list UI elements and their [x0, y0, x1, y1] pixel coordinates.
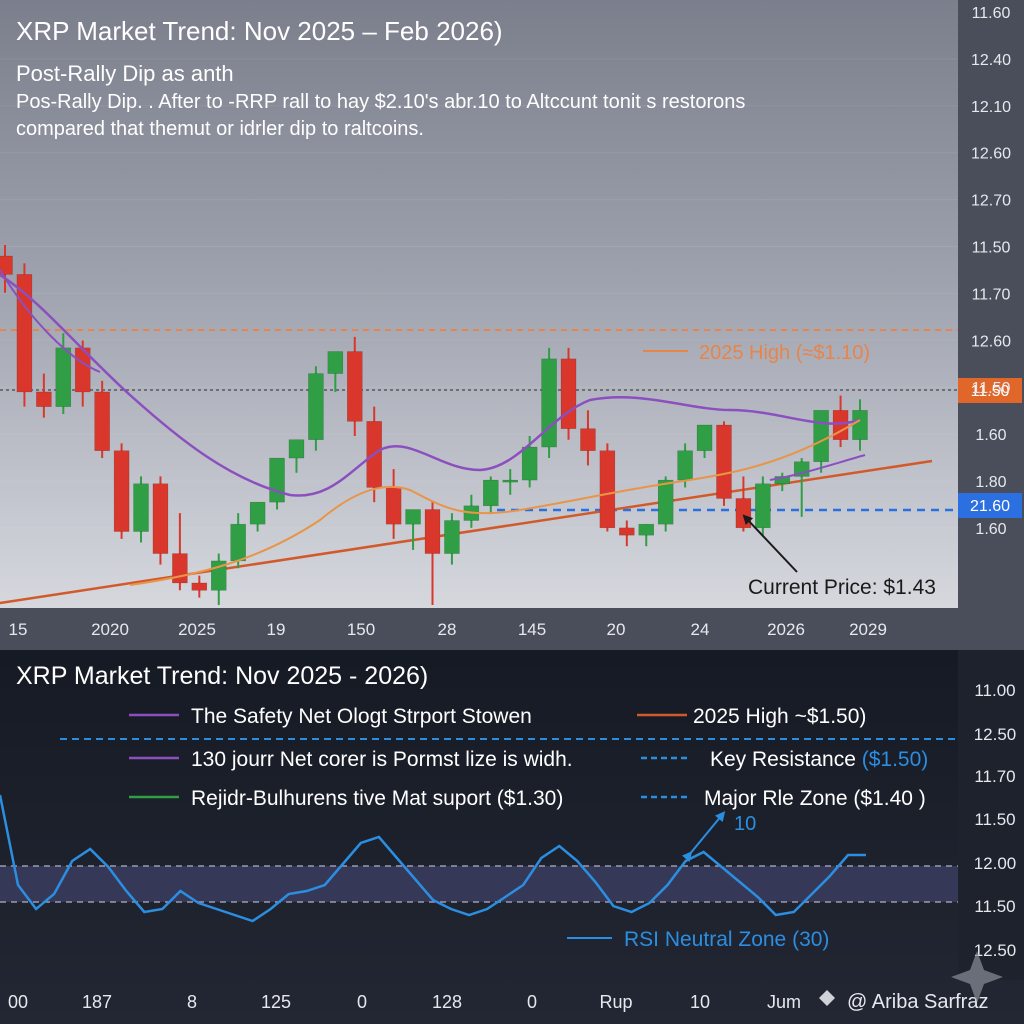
legend-label: 130 jourr Net corer is Pormst lize is wi…	[191, 748, 573, 771]
indicator-time-label: 10	[690, 992, 710, 1012]
indicator-tick-label: 12.50	[974, 941, 1017, 960]
watermark-text: @ Ariba Sarfraz	[847, 991, 988, 1013]
chart-canvas: XRP Market Trend: Nov 2025 – Feb 2026) P…	[0, 0, 1024, 1024]
rsi-arrow-label: 10	[734, 813, 756, 835]
bearish-candle	[424, 509, 441, 554]
legend-label: Key Resistance ($1.50)	[710, 748, 928, 771]
indicator-time-label: 187	[82, 992, 112, 1012]
bullish-candle	[755, 483, 771, 529]
chart-description-line-1: Pos-Rally Dip. . After to -RRP rall to h…	[16, 91, 745, 113]
bullish-candle	[677, 450, 693, 481]
bearish-candle	[560, 358, 577, 429]
price-tick-label: 12.60	[971, 333, 1011, 350]
price-tick-label: 12.60	[971, 146, 1011, 163]
bullish-candle	[308, 373, 324, 440]
bullish-candle	[133, 483, 149, 532]
bearish-candle	[152, 483, 169, 554]
chart-description-line-2: compared that themut or idrler dip to ra…	[16, 118, 424, 140]
bullish-candle	[249, 501, 266, 525]
bearish-candle	[716, 424, 732, 499]
price-tick-label: 11.50	[972, 240, 1011, 257]
legend-label: The Safety Net Ologt Strport Stowen	[191, 705, 532, 728]
bullish-candle	[269, 457, 285, 503]
price-tick-label: 1.60	[975, 521, 1006, 538]
time-tick-label: 20	[607, 620, 626, 639]
bearish-candle	[832, 410, 849, 440]
chart-title: XRP Market Trend: Nov 2025 – Feb 2026)	[16, 16, 503, 46]
time-tick-label: 19	[267, 620, 286, 639]
indicator-time-label: Rup	[599, 992, 632, 1012]
bearish-candle	[36, 391, 52, 407]
bearish-candle	[113, 450, 130, 532]
indicator-time-label: Jum	[767, 992, 801, 1012]
bullish-candle	[813, 410, 829, 462]
legend-label: Major Rle Zone ($1.40 )	[704, 787, 926, 810]
indicator-tick-label: 11.50	[974, 810, 1015, 829]
time-tick-label: 2020	[91, 620, 129, 639]
chart-subtitle: Post-Rally Dip as anth	[16, 61, 234, 86]
time-tick-label: 24	[691, 620, 710, 639]
indicator-time-label: 128	[432, 992, 462, 1012]
rsi-zone-label: RSI Neutral Zone (30)	[624, 928, 829, 951]
price-tick-label: 11.70	[972, 286, 1011, 303]
bullish-candle	[483, 479, 499, 507]
price-tick-label: 11.60	[972, 5, 1011, 22]
bullish-candle	[55, 347, 72, 407]
rsi-neutral-zone	[0, 866, 958, 902]
bullish-candle	[521, 446, 538, 481]
time-tick-label: 28	[438, 620, 457, 639]
bearish-candle	[347, 351, 363, 422]
time-tick-label: 2025	[178, 620, 216, 639]
indicator-time-label: 0	[527, 992, 537, 1012]
resistance-label: 2025 High (≈$1.10)	[699, 342, 870, 364]
bullish-candle	[444, 520, 460, 554]
indicator-time-label: 8	[187, 992, 197, 1012]
legend: The Safety Net Ologt Strport Stowen 2025 …	[129, 705, 928, 810]
bearish-candle	[619, 527, 635, 536]
bearish-candle	[172, 553, 188, 584]
indicator-tick-label: 12.00	[974, 854, 1017, 873]
indicator-tick-label: 11.00	[974, 681, 1015, 700]
bullish-candle	[327, 351, 344, 374]
bearish-candle	[735, 498, 752, 529]
indicator-title: XRP Market Trend: Nov 2025 - 2026)	[16, 662, 428, 690]
bullish-candle	[657, 479, 674, 525]
bearish-candle	[94, 391, 110, 451]
bullish-candle	[288, 439, 305, 459]
time-tick-label: 15	[9, 620, 28, 639]
time-tick-label: 145	[518, 620, 546, 639]
price-tick-label: 12.40	[971, 52, 1011, 69]
price-tick-label: 12.70	[971, 193, 1011, 210]
indicator-time-label: 00	[8, 992, 28, 1012]
bearish-candle	[580, 428, 596, 451]
indicator-tick-label: 11.70	[974, 767, 1015, 786]
bullish-candle	[541, 358, 557, 448]
bearish-candle	[599, 450, 616, 529]
bullish-candle	[852, 410, 868, 440]
time-tick-label: 150	[347, 620, 375, 639]
price-tick-label: 11.50	[972, 380, 1011, 397]
bullish-candle	[502, 479, 518, 483]
price-tick-label: 1.80	[975, 474, 1006, 491]
indicator-tick-label: 11.50	[974, 897, 1015, 916]
indicator-tick-label: 12.50	[974, 725, 1017, 744]
bullish-candle	[230, 523, 246, 562]
price-tick-label: 12.10	[971, 99, 1011, 116]
time-tick-label: 2026	[767, 620, 805, 639]
bullish-candle	[638, 523, 654, 536]
indicator-time-label: 0	[357, 992, 367, 1012]
bearish-candle	[385, 487, 402, 525]
bullish-candle	[696, 424, 713, 451]
price-tick-label: 1.60	[975, 427, 1006, 444]
current-price-label: Current Price: $1.43	[748, 576, 936, 599]
time-tick-label: 2029	[849, 620, 887, 639]
bullish-candle	[405, 509, 421, 525]
price-axis-strip	[958, 0, 1024, 650]
legend-label: 2025 High ~$1.50)	[693, 705, 866, 728]
time-axis-strip	[0, 608, 958, 650]
indicator-time-label: 125	[261, 992, 291, 1012]
support-price-tag-label: 21.60	[970, 498, 1010, 515]
legend-label: Rejidr-Bulhurens tive Mat suport ($1.30)	[191, 787, 563, 810]
bearish-candle	[191, 582, 208, 591]
